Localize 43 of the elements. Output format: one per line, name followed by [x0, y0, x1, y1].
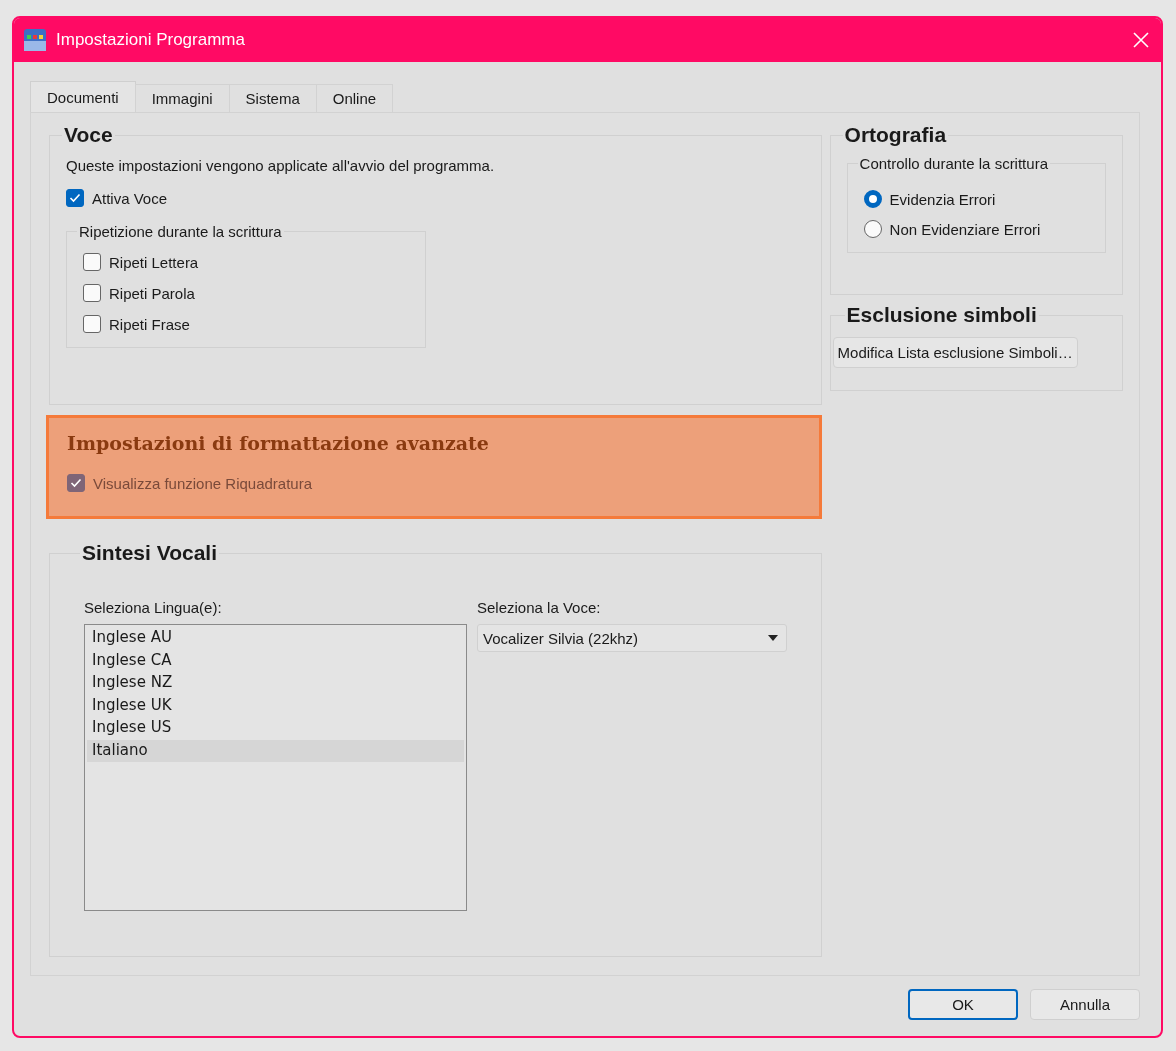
dialog-button[interactable]: OK [908, 989, 1018, 1020]
tab[interactable]: Online [315, 84, 394, 112]
radio-button[interactable] [863, 190, 882, 208]
description-text: Queste impostazioni vengono applicate all'avvio del programma. [66, 157, 496, 174]
group-title: Ortografia [843, 123, 948, 147]
checkbox-label: Ripeti Frase [109, 315, 190, 333]
group-title: Voce [63, 123, 114, 147]
caret-icon [768, 635, 778, 641]
field-label: Seleziona Lingua(e): [84, 599, 222, 616]
checkbox-label: Attiva Voce [92, 189, 168, 207]
checkbox-label: Ripeti Lettera [109, 253, 199, 271]
dialog-button[interactable]: Annulla [1030, 989, 1140, 1020]
group-title: Controllo durante la scrittura [858, 155, 1049, 172]
group-title: Esclusione simboli [845, 303, 1038, 327]
list-item[interactable]: Inglese NZ [87, 672, 464, 695]
list-item[interactable]: Inglese US [87, 717, 464, 740]
check-icon [70, 478, 82, 488]
section-title: Impostazioni di formattazione avanzate [67, 432, 490, 454]
checkbox[interactable] [83, 253, 101, 271]
list-item[interactable]: Inglese CA [87, 649, 464, 672]
checkbox[interactable] [83, 284, 101, 302]
list-item[interactable]: Inglese AU [87, 627, 464, 650]
list-item[interactable]: Italiano [87, 739, 464, 762]
language-list[interactable]: Inglese AU Inglese CA Inglese NZ Inglese UK Inglese US Italiano [84, 624, 467, 911]
check-icon [69, 193, 81, 203]
window-title: Impostazioni Programma [56, 30, 246, 50]
checkbox[interactable] [83, 315, 101, 333]
checkbox[interactable] [67, 474, 85, 492]
radio-button[interactable] [863, 220, 882, 238]
app-icon [24, 29, 46, 51]
list-item[interactable]: Inglese UK [87, 694, 464, 717]
edit-list-button[interactable]: Modifica Lista esclusione Simboli… [832, 337, 1078, 368]
radio-label: Evidenzia Errori [889, 190, 996, 208]
group-title: Ripetizione durante la scrittura [78, 223, 283, 240]
voice-dropdown[interactable]: Vocalizer Silvia (22khz) [477, 624, 787, 652]
group-title: Sintesi Vocali [81, 541, 218, 565]
close-icon[interactable] [1133, 32, 1149, 48]
field-label: Seleziona la Voce: [477, 599, 601, 616]
checkbox[interactable] [66, 189, 84, 207]
checkbox-label: Visualizza funzione Riquadratura [93, 474, 313, 492]
tab[interactable]: Documenti [30, 81, 136, 112]
checkbox-label: Ripeti Parola [109, 284, 195, 302]
radio-label: Non Evidenziare Errori [889, 220, 1041, 238]
